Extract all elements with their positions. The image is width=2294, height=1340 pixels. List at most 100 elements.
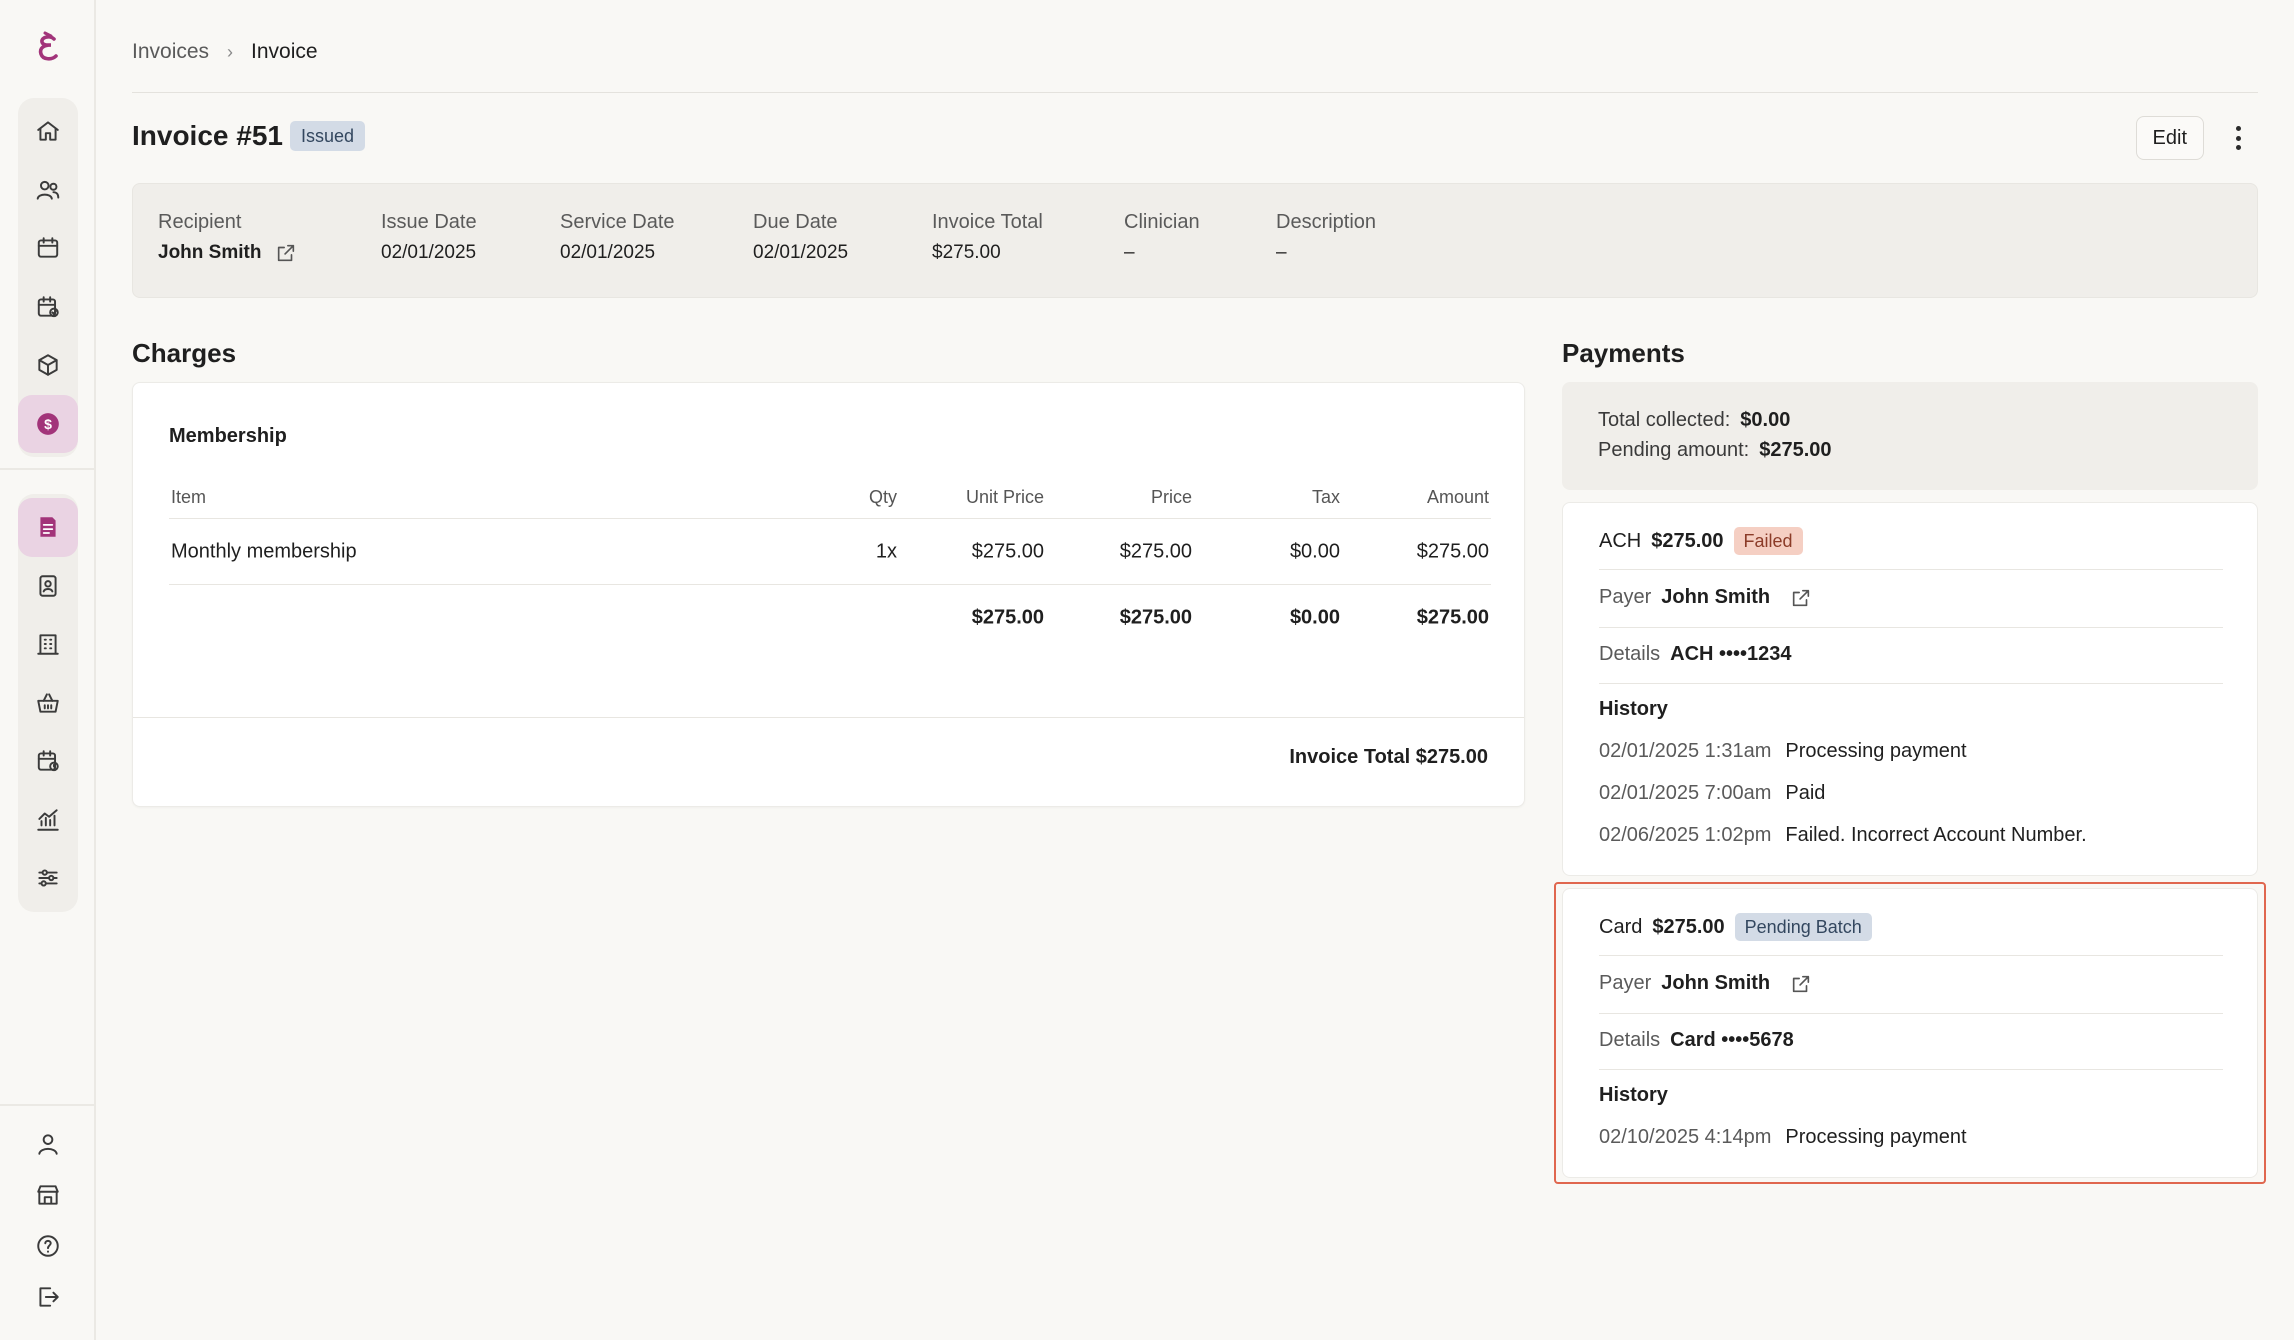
- dollar-icon: $: [37, 412, 59, 435]
- calendar-check-icon: [37, 296, 59, 317]
- row-tax: $0.00: [1289, 540, 1340, 562]
- recipient-name[interactable]: John Smith: [158, 242, 261, 264]
- total-tax: $0.00: [1289, 606, 1340, 629]
- row-unit-price: $275.00: [971, 540, 1044, 562]
- col-tax: Tax: [1311, 487, 1340, 507]
- nav-profile[interactable]: [18, 1118, 78, 1169]
- sliders-icon: [38, 869, 58, 887]
- payment-card-ach: ACH $275.00 Failed Payer John Smith Deta…: [1562, 502, 2258, 876]
- history-event: Processing payment: [1785, 740, 1967, 762]
- description-value: –: [1276, 242, 1287, 263]
- row-amount: $275.00: [1416, 540, 1489, 562]
- brand-logo[interactable]: [30, 30, 66, 66]
- nav-appointments[interactable]: [18, 278, 78, 337]
- charges-footer-divider: [133, 717, 1524, 718]
- history-event: Paid: [1785, 782, 1826, 804]
- nav-products[interactable]: [18, 336, 78, 395]
- nav-group-account: [18, 1118, 78, 1322]
- divider: [132, 92, 2258, 93]
- page-title: Invoice #51: [132, 120, 283, 151]
- calendar-icon: [37, 237, 59, 258]
- payment-header: Card $275.00 Pending Batch: [1599, 913, 2223, 941]
- divider: [1599, 627, 2223, 628]
- nav-memberships[interactable]: [18, 557, 78, 616]
- nav-home[interactable]: [18, 102, 78, 161]
- nav-packages[interactable]: [18, 674, 78, 733]
- charges-table: Item Qty Unit Price Price Tax Amount Mon…: [169, 483, 1491, 651]
- nav-logout[interactable]: [18, 1271, 78, 1322]
- nav-invoices[interactable]: [18, 498, 78, 557]
- issue-date-label: Issue Date: [381, 211, 477, 233]
- details-row: Details ACH ••••1234: [1599, 643, 2223, 666]
- history-title: History: [1599, 1084, 1668, 1106]
- history-time: 02/01/2025 1:31am: [1599, 740, 1772, 762]
- nav-calendar[interactable]: [18, 219, 78, 278]
- nav-settings[interactable]: [18, 849, 78, 908]
- divider: [1599, 683, 2223, 684]
- payer-name[interactable]: John Smith: [1661, 972, 1770, 995]
- col-amount: Amount: [1426, 487, 1489, 507]
- history-title: History: [1599, 698, 1668, 720]
- sidebar: $: [0, 0, 96, 1340]
- external-link-icon[interactable]: [1790, 587, 1812, 609]
- divider: [1599, 1013, 2223, 1014]
- payments-title: Payments: [1562, 338, 1685, 368]
- total-unit-price: $275.00: [971, 606, 1044, 629]
- payment-method: Card: [1599, 915, 1643, 938]
- external-link-icon[interactable]: [1790, 973, 1812, 995]
- invoice-total-label: Invoice Total: [932, 211, 1043, 233]
- due-date-label: Due Date: [753, 211, 838, 233]
- divider: [1599, 569, 2223, 570]
- details-value: ACH ••••1234: [1670, 643, 1792, 665]
- payer-name[interactable]: John Smith: [1661, 586, 1770, 609]
- details-label: Details: [1599, 643, 1661, 665]
- basket-icon: [37, 693, 59, 713]
- external-link-icon[interactable]: [275, 242, 297, 264]
- history-event: Failed. Incorrect Account Number.: [1785, 824, 2087, 846]
- pending-amount-value: $275.00: [1759, 439, 1832, 461]
- invoice-total-field: Invoice Total $275.00: [932, 211, 1043, 264]
- payer-label: Payer: [1599, 586, 1652, 608]
- service-date-label: Service Date: [560, 211, 675, 233]
- payment-method: ACH: [1599, 529, 1642, 552]
- home-icon: [37, 121, 59, 141]
- history-entry: 02/01/2025 1:31am Processing payment: [1599, 740, 2223, 763]
- nav-clients[interactable]: [18, 161, 78, 220]
- nav-batches[interactable]: [18, 732, 78, 791]
- details-label: Details: [1599, 1029, 1661, 1051]
- total-amount: $275.00: [1416, 606, 1489, 629]
- payer-label: Payer: [1599, 972, 1652, 994]
- help-icon: [37, 1234, 59, 1257]
- svg-text:$: $: [44, 416, 52, 432]
- nav-reports[interactable]: [18, 791, 78, 850]
- nav-billing[interactable]: $: [18, 394, 78, 453]
- description-field: Description –: [1276, 211, 1376, 264]
- history-entry: 02/10/2025 4:14pm Processing payment: [1599, 1126, 2223, 1149]
- pending-amount: Pending amount: $275.00: [1598, 439, 1832, 462]
- payer-row: Payer John Smith: [1599, 586, 2223, 609]
- history-entry: 02/01/2025 7:00am Paid: [1599, 782, 2223, 805]
- edit-button[interactable]: Edit: [2135, 116, 2204, 160]
- description-label: Description: [1276, 211, 1377, 233]
- row-qty: 1x: [875, 540, 897, 562]
- row-price: $275.00: [1119, 540, 1192, 562]
- table-totals-row: $275.00 $275.00 $0.00 $275.00: [169, 585, 1491, 651]
- history-time: 02/06/2025 1:02pm: [1599, 824, 1772, 846]
- history-time: 02/10/2025 4:14pm: [1599, 1126, 1772, 1148]
- details-value: Card ••••5678: [1670, 1029, 1794, 1051]
- invoice-total-value: $275.00: [932, 242, 1001, 263]
- charges-title: Charges: [132, 338, 237, 368]
- col-item: Item: [171, 487, 207, 507]
- more-options-icon[interactable]: [2226, 124, 2250, 152]
- total-price: $275.00: [1119, 606, 1192, 629]
- nav-practice[interactable]: [18, 1169, 78, 1220]
- recipient-label: Recipient: [158, 211, 242, 233]
- nav-help[interactable]: [18, 1220, 78, 1271]
- users-icon: [36, 180, 60, 200]
- nav-payers[interactable]: [18, 615, 78, 674]
- total-collected-label: Total collected:: [1598, 409, 1731, 431]
- breadcrumb-invoices[interactable]: Invoices: [132, 40, 209, 64]
- col-qty: Qty: [868, 487, 897, 507]
- due-date-value: 02/01/2025: [753, 242, 849, 263]
- col-unit-price: Unit Price: [965, 487, 1044, 507]
